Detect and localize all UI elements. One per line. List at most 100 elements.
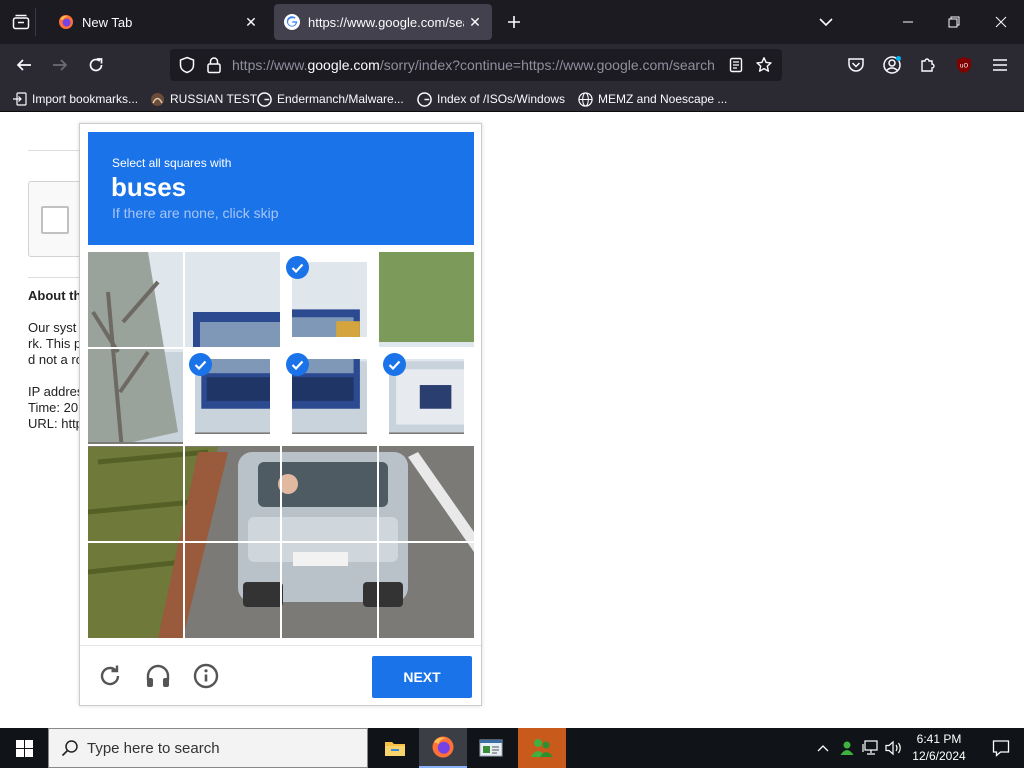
challenge-tile[interactable] bbox=[88, 543, 183, 638]
import-icon bbox=[12, 92, 27, 107]
challenge-tile-selected[interactable] bbox=[282, 349, 377, 444]
tray-messenger[interactable] bbox=[836, 728, 858, 768]
bookmark-star-icon[interactable] bbox=[755, 56, 773, 74]
challenge-tile[interactable] bbox=[379, 252, 474, 347]
bookmark-index-isos[interactable]: Index of /ISOs/Windows bbox=[417, 89, 565, 109]
tile-image bbox=[282, 446, 377, 541]
tile-image bbox=[379, 446, 474, 541]
back-arrow-icon bbox=[16, 59, 31, 71]
bookmark-label: MEMZ and Noescape ... bbox=[598, 92, 728, 106]
tab-google-search[interactable]: https://www.google.com/search ✕ bbox=[274, 4, 492, 40]
google-icon bbox=[284, 14, 300, 30]
recaptcha-challenge-dialog: Select all squares with buses If there a… bbox=[79, 123, 482, 706]
puzzle-icon bbox=[921, 58, 935, 72]
bookmark-endermanch-malware[interactable]: Endermanch/Malware... bbox=[257, 89, 404, 109]
challenge-header: Select all squares with buses If there a… bbox=[88, 132, 474, 245]
audio-challenge-button[interactable] bbox=[144, 662, 172, 690]
challenge-tile[interactable] bbox=[88, 446, 183, 541]
challenge-tile[interactable] bbox=[379, 446, 474, 541]
tile-image bbox=[379, 543, 474, 638]
start-button[interactable] bbox=[0, 728, 48, 768]
account-icon bbox=[883, 56, 901, 74]
tile-image bbox=[88, 543, 183, 638]
bookmark-memz-noescape[interactable]: MEMZ and Noescape ... bbox=[578, 89, 727, 109]
navigation-toolbar: https://www.google.com/sorry/index?conti… bbox=[0, 44, 1024, 86]
challenge-tile[interactable] bbox=[185, 446, 280, 541]
firefox-icon bbox=[432, 736, 454, 758]
bookmark-import[interactable]: Import bookmarks... bbox=[12, 89, 138, 109]
challenge-tile-selected[interactable] bbox=[185, 349, 280, 444]
tile-image bbox=[379, 252, 474, 347]
taskbar-firefox[interactable] bbox=[419, 728, 467, 768]
help-button[interactable] bbox=[192, 662, 220, 690]
hamburger-menu-icon bbox=[993, 59, 1007, 71]
tile-image bbox=[88, 446, 183, 541]
challenge-tile[interactable] bbox=[88, 349, 183, 444]
tile-image bbox=[88, 252, 183, 347]
taskbar-app-window[interactable] bbox=[467, 728, 515, 768]
challenge-tile[interactable] bbox=[185, 543, 280, 638]
tab-new-tab[interactable]: New Tab ✕ bbox=[48, 4, 268, 40]
challenge-tile[interactable] bbox=[185, 252, 280, 347]
restore-button[interactable] bbox=[931, 6, 977, 38]
challenge-tile[interactable] bbox=[88, 252, 183, 347]
taskbar-file-explorer[interactable] bbox=[371, 728, 419, 768]
folder-icon bbox=[385, 742, 405, 756]
app-menu-button[interactable] bbox=[986, 51, 1014, 79]
lock-icon[interactable] bbox=[206, 56, 222, 74]
new-tab-button[interactable] bbox=[502, 10, 526, 34]
challenge-target: buses bbox=[111, 172, 187, 202]
reload-button[interactable] bbox=[82, 51, 110, 79]
show-hidden-icons-button[interactable] bbox=[812, 728, 834, 768]
recaptcha-checkbox[interactable] bbox=[41, 206, 69, 234]
back-button[interactable] bbox=[10, 51, 38, 79]
extensions-button[interactable] bbox=[914, 51, 942, 79]
close-tab-icon[interactable]: ✕ bbox=[240, 11, 262, 33]
tracking-shield-icon[interactable] bbox=[178, 56, 196, 74]
reload-challenge-button[interactable] bbox=[96, 662, 124, 690]
challenge-image-grid bbox=[88, 252, 474, 638]
google-icon bbox=[417, 91, 432, 107]
action-center-button[interactable] bbox=[978, 728, 1024, 768]
windows-logo-icon bbox=[15, 739, 33, 757]
challenge-tile[interactable] bbox=[282, 543, 377, 638]
tray-network[interactable] bbox=[860, 728, 882, 768]
reader-view-icon[interactable] bbox=[728, 57, 744, 73]
challenge-tile-selected[interactable] bbox=[379, 349, 474, 444]
address-bar[interactable]: https://www.google.com/sorry/index?conti… bbox=[170, 49, 782, 81]
url-path: /sorry/index?continue=https://www.google… bbox=[379, 57, 714, 73]
list-all-tabs-button[interactable] bbox=[814, 10, 838, 34]
forward-button[interactable] bbox=[46, 51, 74, 79]
ublock-origin-button[interactable]: uO bbox=[950, 51, 978, 79]
minimize-icon bbox=[903, 21, 913, 23]
url-text[interactable]: https://www.google.com/sorry/index?conti… bbox=[232, 57, 714, 73]
taskbar-msn-messenger[interactable] bbox=[518, 728, 566, 768]
forward-arrow-icon bbox=[53, 59, 68, 71]
pocket-button[interactable] bbox=[842, 51, 870, 79]
challenge-tile[interactable] bbox=[379, 543, 474, 638]
challenge-footer: NEXT bbox=[80, 645, 481, 705]
checkmark-icon bbox=[286, 353, 309, 376]
reload-icon bbox=[89, 58, 103, 72]
windows-taskbar: Type here to search 6:41 PM 12/6/2024 bbox=[0, 728, 1024, 768]
account-button[interactable] bbox=[878, 51, 906, 79]
minimize-button[interactable] bbox=[885, 6, 931, 38]
bookmark-site-icon bbox=[150, 92, 165, 107]
close-icon bbox=[995, 16, 1007, 28]
globe-icon bbox=[578, 91, 593, 107]
bookmark-label: RUSSIAN TEST bbox=[170, 92, 258, 106]
taskbar-search-box[interactable]: Type here to search bbox=[48, 728, 368, 768]
bookmark-label: Index of /ISOs/Windows bbox=[437, 92, 566, 106]
clock-time: 6:41 PM bbox=[916, 732, 962, 746]
close-tab-icon[interactable]: ✕ bbox=[464, 11, 486, 33]
taskbar-clock[interactable]: 6:41 PM 12/6/2024 bbox=[902, 731, 976, 765]
challenge-tile[interactable] bbox=[282, 446, 377, 541]
tile-image bbox=[185, 543, 280, 638]
tile-image bbox=[282, 543, 377, 638]
url-prefix: https://www. bbox=[232, 57, 308, 73]
challenge-tile-selected[interactable] bbox=[282, 252, 377, 347]
tab-overview-button[interactable] bbox=[6, 8, 36, 36]
next-button[interactable]: NEXT bbox=[372, 656, 472, 698]
bookmark-russian-test[interactable]: RUSSIAN TEST bbox=[150, 89, 257, 109]
close-window-button[interactable] bbox=[978, 6, 1024, 38]
